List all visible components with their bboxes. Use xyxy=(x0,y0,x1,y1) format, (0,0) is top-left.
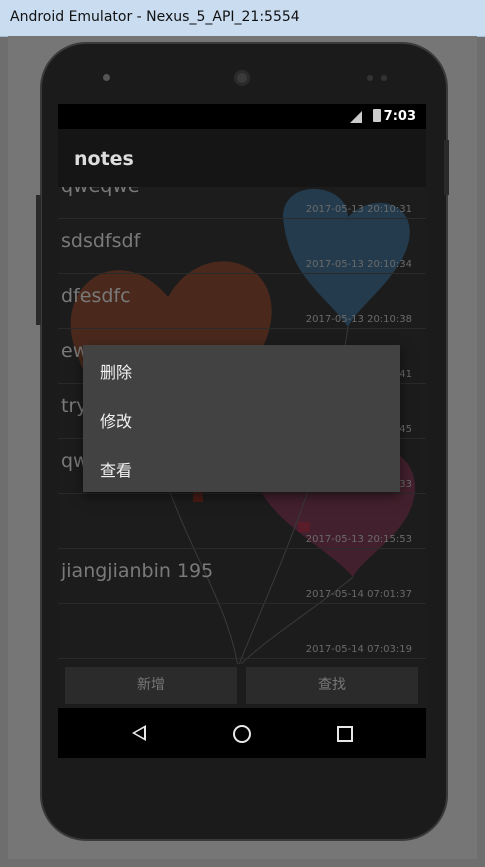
navigation-bar xyxy=(58,708,426,758)
search-button[interactable]: 查找 xyxy=(246,667,418,704)
list-item[interactable]: jiangjianbin 195 2017-05-14 07:01:37 xyxy=(58,548,426,604)
window-title: Android Emulator - Nexus_5_API_21:5554 xyxy=(10,9,300,25)
note-timestamp: 2017-05-13 20:15:53 xyxy=(305,534,412,545)
context-menu: 删除 修改 查看 xyxy=(83,345,400,492)
menu-item-edit[interactable]: 修改 xyxy=(83,394,400,443)
note-timestamp: 41 xyxy=(399,369,412,380)
battery-charging-icon xyxy=(373,109,381,122)
speaker-icon xyxy=(234,70,250,86)
note-timestamp: 33 xyxy=(399,479,412,490)
note-text: qweqwe xyxy=(61,187,140,197)
note-timestamp: 2017-05-14 07:01:37 xyxy=(305,589,412,600)
note-text: sdsdfsdf xyxy=(61,230,141,252)
list-item[interactable]: sdsdfsdf 2017-05-13 20:10:34 xyxy=(58,218,426,274)
note-text: dfesdfc xyxy=(61,285,131,307)
volume-button[interactable] xyxy=(36,195,41,325)
list-item[interactable]: dfesdfc 2017-05-13 20:10:38 xyxy=(58,273,426,329)
power-button[interactable] xyxy=(444,140,449,195)
menu-item-label: 删除 xyxy=(100,363,133,382)
signal-icon xyxy=(350,111,362,123)
note-timestamp: 2017-05-13 20:10:38 xyxy=(305,314,412,325)
menu-item-label: 修改 xyxy=(100,412,133,431)
sensor-icon xyxy=(367,75,373,81)
list-item[interactable]: 2017-05-13 20:15:53 xyxy=(58,493,426,549)
recents-icon[interactable] xyxy=(337,726,353,742)
app-bar: notes xyxy=(58,129,426,187)
home-icon[interactable] xyxy=(233,725,251,743)
note-timestamp: 2017-05-13 20:10:31 xyxy=(305,204,412,215)
menu-item-label: 查看 xyxy=(100,461,133,480)
status-time: 7:03 xyxy=(383,109,416,124)
front-camera-icon xyxy=(103,74,110,81)
add-button[interactable]: 新增 xyxy=(65,667,237,704)
note-text: jiangjianbin 195 xyxy=(61,560,214,582)
list-item[interactable]: qweqwe 2017-05-13 20:10:31 xyxy=(58,187,426,219)
bottom-button-bar: 新增 查找 xyxy=(58,664,426,708)
sensor-icon xyxy=(381,75,387,81)
window-titlebar: Android Emulator - Nexus_5_API_21:5554 xyxy=(0,0,485,37)
menu-item-view[interactable]: 查看 xyxy=(83,443,400,492)
status-bar: 7:03 xyxy=(58,104,426,129)
menu-item-delete[interactable]: 删除 xyxy=(83,345,400,394)
note-timestamp: 2017-05-13 20:10:34 xyxy=(305,259,412,270)
app-title: notes xyxy=(74,148,134,170)
note-timestamp: 45 xyxy=(399,424,412,435)
back-icon[interactable] xyxy=(132,725,146,741)
note-timestamp: 2017-05-14 07:03:19 xyxy=(305,644,412,655)
list-item[interactable]: 2017-05-14 07:03:19 xyxy=(58,603,426,659)
